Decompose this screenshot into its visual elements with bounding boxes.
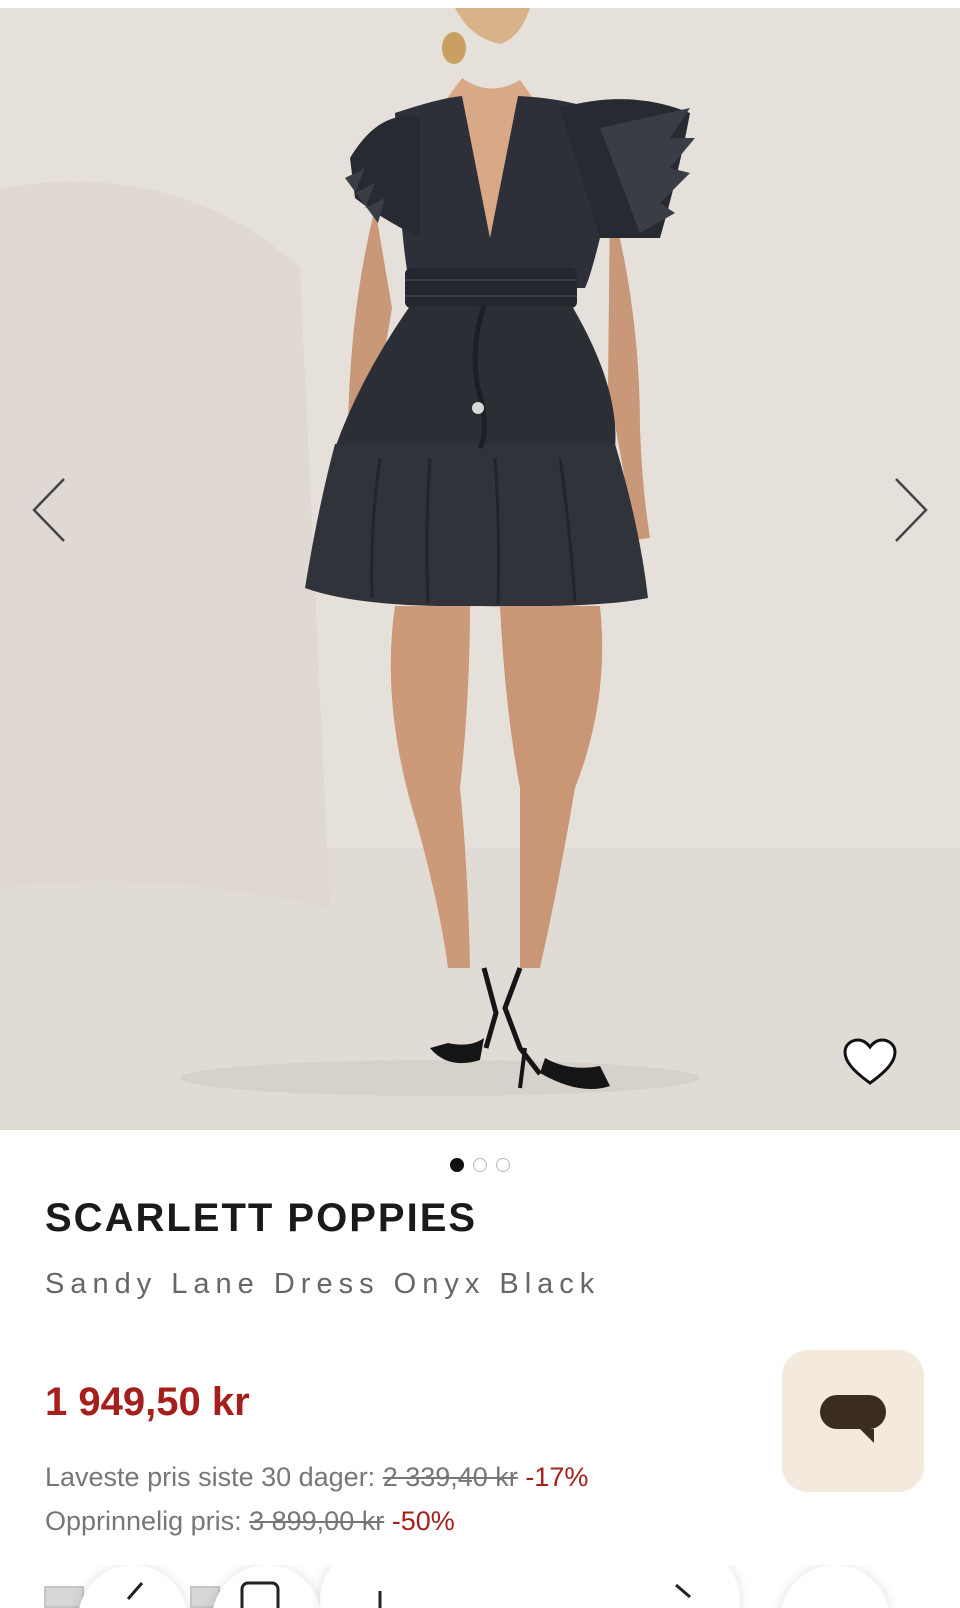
original-price-discount: -50% bbox=[391, 1506, 455, 1536]
product-title: Sandy Lane Dress Onyx Black bbox=[45, 1268, 601, 1300]
previous-image-button[interactable] bbox=[20, 470, 80, 550]
top-divider bbox=[0, 0, 960, 8]
plus-icon bbox=[378, 1591, 382, 1608]
original-price-info: Opprinnelig pris: 3 899,00 kr -50% bbox=[45, 1506, 455, 1537]
current-price: 1 949,50 kr bbox=[45, 1380, 250, 1424]
brand-name[interactable]: SCARLETT POPPIES bbox=[45, 1196, 477, 1241]
lowest-price-info: Laveste pris siste 30 dager: 2 339,40 kr… bbox=[45, 1462, 588, 1493]
pagination-dot[interactable] bbox=[473, 1158, 487, 1172]
tabs-button[interactable] bbox=[780, 1565, 890, 1608]
lowest-price-value: 2 339,40 kr bbox=[382, 1462, 518, 1492]
next-image-button[interactable] bbox=[880, 470, 940, 550]
original-price-label: Opprinnelig pris: bbox=[45, 1506, 242, 1536]
image-pagination bbox=[0, 1158, 960, 1172]
thumbnail[interactable] bbox=[44, 1586, 84, 1608]
pagination-dot[interactable] bbox=[450, 1158, 464, 1172]
product-image-gallery[interactable] bbox=[0, 0, 960, 1130]
product-image bbox=[0, 8, 960, 1130]
bottom-toolbar bbox=[0, 1565, 960, 1608]
lowest-price-discount: -17% bbox=[525, 1462, 589, 1492]
chat-icon bbox=[820, 1395, 886, 1443]
chevron-right-icon bbox=[895, 478, 928, 542]
original-price-value: 3 899,00 kr bbox=[249, 1506, 385, 1536]
forward-arrow-icon bbox=[675, 1583, 691, 1599]
back-arrow-icon bbox=[126, 1582, 144, 1600]
wishlist-button[interactable] bbox=[838, 1032, 902, 1092]
lowest-price-label: Laveste pris siste 30 dager: bbox=[45, 1462, 376, 1492]
chat-button[interactable] bbox=[782, 1350, 924, 1492]
pagination-dot[interactable] bbox=[496, 1158, 510, 1172]
heart-icon bbox=[843, 1038, 897, 1085]
chevron-left-icon bbox=[32, 478, 65, 542]
bookmark-icon bbox=[240, 1581, 280, 1608]
